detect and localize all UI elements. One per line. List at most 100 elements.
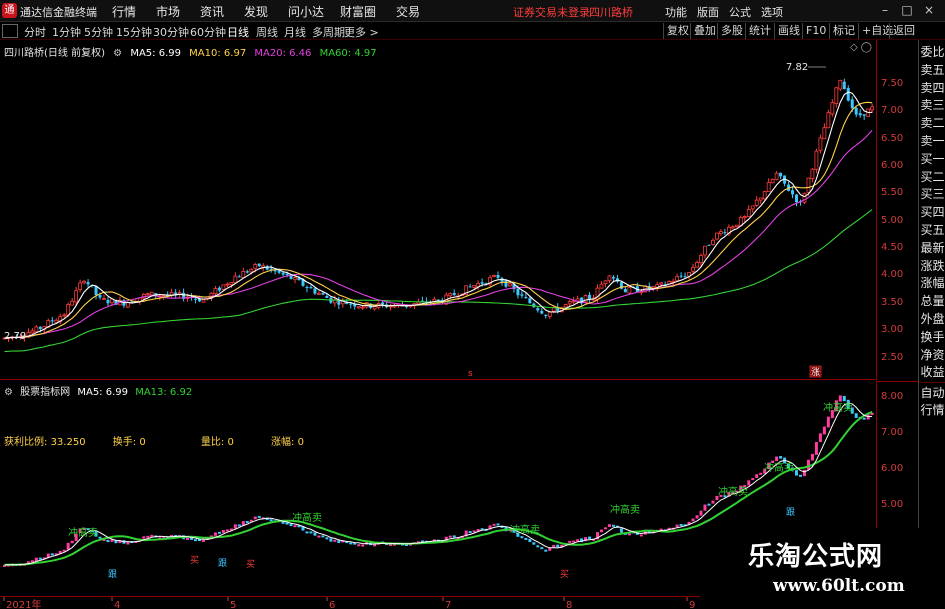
indicator-bar[interactable] [536, 545, 540, 548]
candle-body[interactable] [703, 245, 707, 256]
candle-body[interactable] [325, 295, 329, 298]
candle-body[interactable] [480, 282, 484, 284]
indicator-bar[interactable] [619, 528, 623, 533]
indicator-bar[interactable] [755, 474, 759, 479]
period-15min[interactable]: 15分钟 [116, 24, 152, 40]
indicator-bar[interactable] [150, 534, 154, 537]
candle-body[interactable] [707, 244, 711, 246]
overlay-button[interactable]: 叠加 [690, 23, 719, 39]
candle-body[interactable] [719, 231, 723, 235]
candle-body[interactable] [854, 108, 858, 115]
indicator-bar[interactable] [854, 413, 858, 418]
candle-body[interactable] [82, 280, 86, 284]
candle-body[interactable] [766, 182, 771, 193]
indicator-bar[interactable] [257, 515, 261, 518]
indicator-settings-icon[interactable]: ⚙ [4, 387, 13, 398]
side-panel-item[interactable]: 涨跌 [919, 258, 945, 275]
candle-body[interactable] [623, 289, 627, 293]
period-monthly[interactable]: 月线 [284, 24, 306, 40]
indicator-bar[interactable] [285, 522, 289, 525]
menu-quotes[interactable]: 行情 [112, 3, 136, 20]
candle-body[interactable] [544, 314, 548, 316]
candle-body[interactable] [472, 285, 477, 288]
menu-wealth-circle[interactable]: 财富圈 [340, 3, 376, 20]
side-panel-item[interactable]: 卖二 [919, 115, 945, 132]
candle-body[interactable] [563, 304, 568, 308]
candle-body[interactable] [571, 300, 576, 303]
candle-body[interactable] [862, 114, 866, 116]
candle-body[interactable] [225, 283, 230, 286]
indicator-bar[interactable] [711, 500, 715, 504]
indicator-bar[interactable] [269, 519, 273, 522]
f10-button[interactable]: F10 [802, 23, 829, 39]
statistics-button[interactable]: 统计 [745, 23, 774, 39]
indicator-bar[interactable] [691, 518, 695, 522]
period-weekly[interactable]: 周线 [256, 24, 278, 40]
candle-body[interactable] [309, 287, 313, 289]
indicator-bar[interactable] [349, 542, 353, 545]
side-panel-item[interactable]: 买一 [919, 151, 945, 168]
indicator-bar[interactable] [814, 442, 818, 455]
chart-collapse-icon[interactable]: ◇ ◯ [850, 42, 872, 53]
side-panel-item[interactable]: 最新 [919, 240, 945, 257]
candle-body[interactable] [814, 150, 819, 170]
indicator-bar[interactable] [679, 523, 683, 526]
period-tick[interactable]: 分时 [24, 24, 46, 40]
candle-body[interactable] [779, 172, 783, 177]
side-panel-item[interactable]: 总量 [919, 293, 945, 310]
side-panel-item[interactable]: 卖四 [919, 80, 945, 97]
indicator-bar[interactable] [217, 531, 221, 534]
candle-body[interactable] [547, 311, 552, 317]
close-icon[interactable]: × [922, 3, 936, 17]
menu-options[interactable]: 选项 [761, 4, 783, 20]
adjust-button[interactable]: 复权 [663, 23, 692, 39]
candle-body[interactable] [217, 287, 221, 291]
candle-body[interactable] [317, 292, 321, 295]
indicator-name[interactable]: 股票指标网 [20, 387, 70, 398]
side-panel-item[interactable]: 收益 [919, 364, 945, 381]
candle-body[interactable] [524, 296, 528, 299]
candle-body[interactable] [106, 299, 110, 304]
candle-body[interactable] [870, 106, 875, 111]
candle-body[interactable] [858, 113, 862, 116]
candle-body[interactable] [213, 288, 218, 295]
candle-body[interactable] [806, 177, 811, 193]
indicator-bar[interactable] [842, 395, 846, 402]
candle-body[interactable] [750, 205, 755, 210]
candle-body[interactable] [730, 226, 735, 229]
candle-body[interactable] [149, 291, 154, 296]
candle-body[interactable] [508, 283, 512, 287]
candle-body[interactable] [795, 194, 799, 203]
indicator-bar[interactable] [675, 524, 679, 528]
menu-formula[interactable]: 公式 [729, 4, 751, 20]
candle-body[interactable] [536, 308, 540, 311]
menu-layout[interactable]: 版面 [697, 4, 719, 20]
indicator-bar[interactable] [142, 536, 146, 539]
indicator-bar[interactable] [528, 538, 532, 543]
candle-body[interactable] [516, 288, 520, 296]
candle-body[interactable] [337, 300, 341, 305]
indicator-bar[interactable] [838, 395, 842, 402]
candle-body[interactable] [659, 282, 664, 285]
indicator-bar[interactable] [202, 539, 205, 542]
indicator-bar[interactable] [325, 537, 329, 540]
indicator-bar[interactable] [600, 529, 603, 533]
price-chart[interactable]: 7.82 2.79 s 涨 四川路桥(日线 前复权) ⚙ MA5: 6.99 MA10… [0, 40, 876, 380]
indicator-bar[interactable] [452, 535, 456, 538]
maximize-icon[interactable]: □ [900, 3, 914, 17]
candle-body[interactable] [281, 272, 285, 275]
candle-body[interactable] [237, 276, 241, 278]
candle-body[interactable] [715, 232, 719, 240]
side-panel-item[interactable]: 卖一 [919, 133, 945, 150]
candle-body[interactable] [567, 301, 572, 305]
candle-body[interactable] [321, 293, 325, 295]
side-panel-item[interactable]: 外盘 [919, 311, 945, 328]
back-button[interactable]: 返回 [889, 23, 918, 39]
indicator-bar[interactable] [611, 524, 615, 527]
candle-body[interactable] [293, 277, 297, 280]
indicator-bar[interactable] [520, 536, 524, 539]
menu-trade[interactable]: 交易 [396, 3, 420, 20]
indicator-bar[interactable] [190, 537, 194, 540]
indicator-bar[interactable] [313, 532, 317, 536]
indicator-bar[interactable] [639, 534, 643, 537]
